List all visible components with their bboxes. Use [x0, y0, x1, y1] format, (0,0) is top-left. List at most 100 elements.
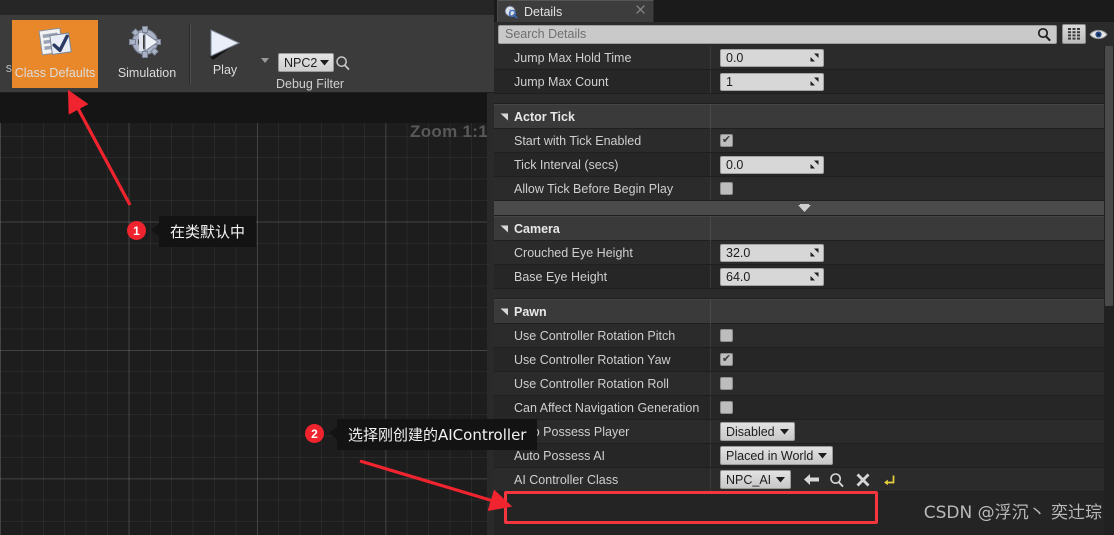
class-defaults-button[interactable]: Class Defaults — [12, 20, 98, 88]
details-info-icon: i — [504, 5, 518, 19]
property-row[interactable]: Jump Max Hold Time 0.0 — [494, 46, 1114, 70]
number-input-value: 0.0 — [726, 157, 744, 172]
property-value — [711, 401, 1114, 414]
play-label: Play — [212, 63, 238, 77]
property-row[interactable]: Start with Tick Enabled ✔ — [494, 129, 1114, 153]
grid-settings-icon[interactable] — [1062, 24, 1086, 44]
spinner-icon[interactable] — [809, 52, 820, 63]
class-defaults-icon — [35, 25, 75, 63]
spinner-icon[interactable] — [809, 247, 820, 258]
details-panel: i Details Search Details Jump Max Hold T… — [494, 0, 1114, 535]
asset-action-buttons — [800, 470, 900, 490]
graph-zoom-label: Zoom 1:1 — [410, 122, 488, 141]
eye-visibility-icon[interactable] — [1086, 24, 1110, 44]
asset-picker-dropdown[interactable]: NPC_AI — [720, 470, 792, 489]
checkbox-unchecked[interactable] — [720, 182, 733, 195]
checkbox-unchecked[interactable] — [720, 377, 733, 390]
play-options-chevron-down-icon[interactable] — [258, 53, 272, 67]
tab-details[interactable]: i Details — [497, 0, 654, 22]
property-value: ✔ — [711, 353, 1114, 366]
checkbox-unchecked[interactable] — [720, 401, 733, 414]
property-label: AI Controller Class — [514, 472, 619, 487]
section-header-pawn[interactable]: Pawn — [494, 299, 1114, 324]
property-value — [711, 329, 1114, 342]
play-button[interactable]: Play — [196, 20, 254, 88]
details-property-list[interactable]: Jump Max Hold Time 0.0 Jump Max Count 1 Acto… — [494, 46, 1114, 535]
property-label: Use Controller Rotation Yaw — [514, 352, 671, 367]
search-icon[interactable] — [826, 470, 848, 490]
clear-x-icon[interactable] — [852, 470, 874, 490]
spinner-icon[interactable] — [809, 76, 820, 87]
property-row[interactable]: Use Controller Rotation Roll — [494, 372, 1114, 396]
number-input[interactable]: 1 — [720, 72, 824, 91]
search-input[interactable]: Search Details — [498, 24, 1057, 44]
number-input-value: 1 — [726, 74, 733, 89]
property-row[interactable]: Crouched Eye Height 32.0 — [494, 241, 1114, 265]
property-row[interactable]: Auto Possess Player Disabled — [494, 420, 1114, 444]
number-input[interactable]: 0.0 — [720, 155, 824, 174]
watermark: CSDN @浮沉丶 奕辻琮 — [923, 503, 1102, 523]
dropdown[interactable]: Placed in World — [720, 446, 834, 465]
section-header-label: Camera — [514, 221, 560, 236]
property-value: 32.0 — [711, 243, 1114, 262]
dropdown-value: NPC_AI — [726, 472, 772, 487]
chevron-down-icon — [320, 59, 330, 66]
debug-filter-combo[interactable]: NPC2 — [278, 53, 335, 72]
debug-filter-search-icon[interactable] — [335, 55, 351, 71]
column-splitter — [710, 216, 711, 241]
close-icon[interactable] — [636, 5, 645, 14]
property-row[interactable]: Auto Possess AI Placed in World — [494, 444, 1114, 468]
checkbox-checked[interactable]: ✔ — [720, 353, 733, 366]
property-row[interactable]: Base Eye Height 64.0 — [494, 265, 1114, 289]
details-scrollbar-thumb[interactable] — [1105, 46, 1113, 306]
property-row[interactable]: Jump Max Count 1 — [494, 70, 1114, 94]
property-row[interactable]: AI Controller Class NPC_AI — [494, 468, 1114, 492]
number-input-value: 32.0 — [726, 245, 751, 260]
property-value: 0.0 — [711, 48, 1114, 67]
annotation-marker-1: 1 — [127, 221, 146, 240]
number-input[interactable]: 64.0 — [720, 267, 824, 286]
property-label: Jump Max Hold Time — [514, 50, 632, 65]
dropdown[interactable]: Disabled — [720, 422, 795, 441]
property-row[interactable]: Use Controller Rotation Pitch — [494, 324, 1114, 348]
property-row[interactable]: Can Affect Navigation Generation — [494, 396, 1114, 420]
number-input[interactable]: 0.0 — [720, 48, 824, 67]
reset-arrow-icon[interactable] — [878, 470, 900, 490]
column-splitter — [710, 299, 711, 324]
toolbar-previous-button-sliver[interactable]: s — [0, 20, 12, 88]
property-label: Tick Interval (secs) — [514, 157, 619, 172]
tab-details-label: Details — [524, 4, 563, 19]
simulation-button[interactable]: Simulation — [104, 20, 190, 88]
browse-back-icon[interactable] — [800, 470, 822, 490]
dropdown-value: Placed in World — [726, 448, 814, 463]
property-label: Allow Tick Before Begin Play — [514, 181, 674, 196]
section-header-actor-tick[interactable]: Actor Tick — [494, 104, 1114, 129]
blueprint-graph-canvas[interactable] — [0, 93, 494, 535]
property-label: Can Affect Navigation Generation — [514, 400, 700, 415]
search-icon[interactable] — [1037, 27, 1052, 42]
number-input-value: 64.0 — [726, 269, 751, 284]
section-separator — [494, 289, 1114, 299]
graph-major-gridlines — [0, 93, 494, 535]
details-search-row: Search Details — [494, 22, 1114, 46]
property-label: Use Controller Rotation Pitch — [514, 328, 676, 343]
expand-more-row[interactable] — [494, 201, 1114, 216]
simulation-gear-icon — [127, 25, 167, 63]
property-value: ✔ — [711, 134, 1114, 147]
checkbox-unchecked[interactable] — [720, 329, 733, 342]
checkbox-checked[interactable]: ✔ — [720, 134, 733, 147]
property-row[interactable]: Allow Tick Before Begin Play — [494, 177, 1114, 201]
property-row[interactable]: Use Controller Rotation Yaw ✔ — [494, 348, 1114, 372]
section-collapse-triangle-icon — [500, 224, 509, 233]
spinner-icon[interactable] — [809, 159, 820, 170]
property-label: Base Eye Height — [514, 269, 608, 284]
property-value: Disabled — [711, 422, 1114, 441]
number-input[interactable]: 32.0 — [720, 243, 824, 262]
spinner-icon[interactable] — [809, 271, 820, 282]
chevron-down-icon — [779, 428, 789, 435]
annotation-text-1: 在类默认中 — [159, 216, 257, 247]
property-row[interactable]: Tick Interval (secs) 0.0 — [494, 153, 1114, 177]
section-header-label: Actor Tick — [514, 109, 575, 124]
section-header-label: Pawn — [514, 304, 547, 319]
section-header-camera[interactable]: Camera — [494, 216, 1114, 241]
